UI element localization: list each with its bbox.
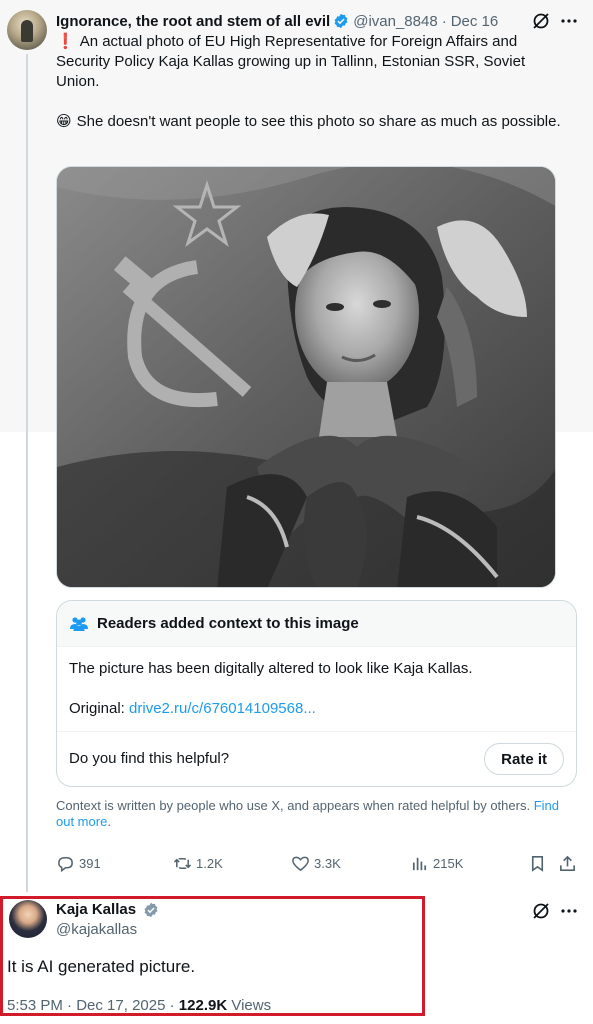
original-link[interactable]: drive2.ru/c/676014109568... <box>129 700 316 717</box>
reply-icon <box>58 857 73 873</box>
tweet-text: ❗ An actual photo of EU High Representati… <box>56 32 561 132</box>
bookmark-action[interactable] <box>528 854 551 873</box>
like-action[interactable]: 3.3K <box>291 854 341 873</box>
reply-date[interactable]: Dec 17, 2025 <box>76 997 165 1014</box>
original-label: Original: <box>69 700 125 717</box>
note-divider <box>57 731 576 732</box>
author-name[interactable]: Ignorance, the root and stem of all evil <box>56 13 330 30</box>
community-note-footer: Context is written by people who use X, … <box>56 798 566 830</box>
tweet-paragraph-2: 😁 She doesn't want people to see this pho… <box>56 112 561 132</box>
views-action[interactable]: 215K <box>410 854 463 873</box>
grok-icon[interactable] <box>531 11 551 31</box>
repost-icon <box>173 857 192 870</box>
tweet-paragraph-1: ❗ An actual photo of EU High Representati… <box>56 32 561 92</box>
reply-author-handle[interactable]: @kajakallas <box>56 921 137 938</box>
author-handle[interactable]: @ivan_8848 <box>353 13 437 30</box>
share-icon <box>560 855 575 871</box>
author-avatar[interactable] <box>7 10 47 50</box>
community-note-body: The picture has been digitally altered t… <box>69 659 564 719</box>
exclamation-emoji-icon: ❗ <box>56 33 75 50</box>
views-chart-icon <box>412 857 427 871</box>
like-count: 3.3K <box>314 856 341 871</box>
bookmark-icon <box>531 856 544 872</box>
community-note-title: Readers added context to this image <box>97 615 359 632</box>
reply-count: 391 <box>79 856 101 871</box>
share-action[interactable] <box>558 854 581 873</box>
community-note-text: The picture has been digitally altered t… <box>69 660 473 677</box>
footer-text: Context is written by people who use X, … <box>56 798 531 813</box>
reply-time[interactable]: 5:53 PM <box>7 997 63 1014</box>
tweet-paragraph-1-text: An actual photo of EU High Representativ… <box>56 33 526 90</box>
reply-metadata: 5:53 PM · Dec 17, 2025 · 122.9K Views <box>7 997 271 1014</box>
footer-period: . <box>107 814 111 829</box>
more-icon[interactable] <box>559 901 579 921</box>
reply-header: Kaja Kallas <box>56 901 159 918</box>
avatar-figure <box>21 20 33 42</box>
meta-separator-2: · <box>169 997 175 1014</box>
readers-people-icon <box>70 616 88 631</box>
community-note-source: Original: drive2.ru/c/676014109568... <box>69 699 564 719</box>
verified-badge-icon <box>144 902 158 918</box>
photo-illustration <box>57 167 555 587</box>
reply-author-avatar[interactable] <box>9 900 47 938</box>
grok-icon[interactable] <box>531 901 551 921</box>
rate-it-button[interactable]: Rate it <box>484 743 564 775</box>
reply-author-name[interactable]: Kaja Kallas <box>56 901 136 918</box>
more-icon[interactable] <box>559 11 579 31</box>
reply-views-count: 122.9K <box>178 997 228 1014</box>
reply-action[interactable]: 391 <box>56 854 101 873</box>
community-note: Readers added context to this image The … <box>56 600 577 787</box>
meta-separator: · <box>67 997 73 1014</box>
reply-views-label: Views <box>231 997 272 1014</box>
verified-badge-icon <box>334 13 348 29</box>
tweet-photo[interactable] <box>56 166 556 588</box>
thread-connector-line <box>26 54 28 892</box>
header-separator: · <box>441 12 447 30</box>
helpful-prompt: Do you find this helpful? <box>69 750 230 767</box>
reply-text: It is AI generated picture. <box>7 957 196 976</box>
grinning-emoji-icon: 😁 <box>56 113 72 130</box>
tweet-action-bar: 391 1.2K 3.3K 215K <box>56 854 576 878</box>
community-note-header: Readers added context to this image <box>57 601 576 647</box>
heart-icon <box>292 856 309 872</box>
repost-count: 1.2K <box>196 856 223 871</box>
repost-action[interactable]: 1.2K <box>173 854 223 873</box>
views-count: 215K <box>433 856 464 871</box>
tweet-date[interactable]: Dec 16 <box>451 13 499 30</box>
tweet-paragraph-2-text: She doesn't want people to see this phot… <box>76 113 561 130</box>
tweet-header: Ignorance, the root and stem of all evil… <box>56 11 498 31</box>
